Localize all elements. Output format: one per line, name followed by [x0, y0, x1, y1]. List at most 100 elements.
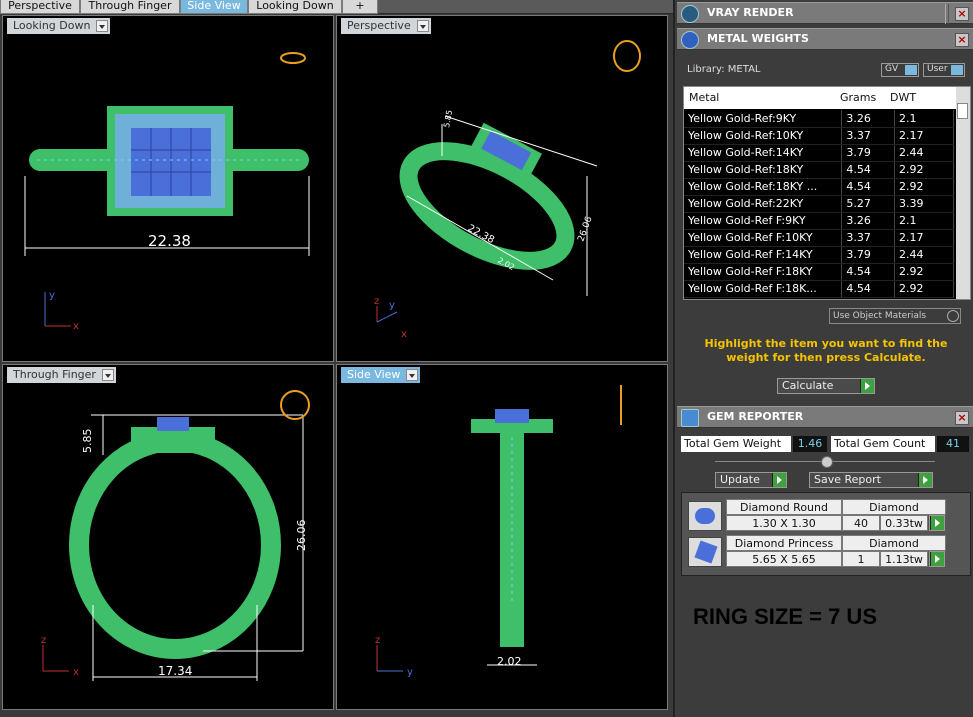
calculate-button[interactable]: Calculate: [777, 378, 875, 394]
right-panel: VRAY RENDER × METAL WEIGHTS × Library: M…: [673, 0, 973, 717]
table-cell: 3.26: [841, 110, 896, 128]
svg-text:26.06: 26.06: [295, 520, 308, 552]
viewport-through-finger[interactable]: 5.85 26.06 17.34 z x Through Finger: [2, 364, 334, 710]
table-cell: 5.27: [841, 195, 896, 213]
gem-grid-icon: [681, 409, 699, 427]
grip-icon[interactable]: [945, 4, 949, 24]
svg-text:y: y: [49, 290, 55, 301]
vray-title: VRAY RENDER: [707, 6, 794, 19]
flask-icon: [681, 31, 699, 49]
save-report-button[interactable]: Save Report: [809, 472, 933, 488]
table-cell: Yellow Gold-Ref:10KY: [684, 127, 843, 145]
total-gem-count-label: Total Gem Count: [831, 436, 935, 452]
tab-looking-down[interactable]: Looking Down: [248, 0, 342, 14]
scrollbar[interactable]: [956, 87, 970, 299]
tab-side-view[interactable]: Side View: [180, 0, 248, 14]
svg-text:5.85: 5.85: [442, 109, 454, 128]
table-row[interactable]: Yellow Gold-Ref F:18K... 4.54 2.92: [684, 280, 954, 298]
viewport-label-through-finger[interactable]: Through Finger: [7, 367, 116, 383]
viewport-label-looking-down[interactable]: Looking Down: [7, 18, 111, 34]
table-cell: 4.54: [841, 263, 896, 281]
table-cell: Yellow Gold-Ref F:10KY: [684, 229, 843, 247]
gem-reporter-title: GEM REPORTER: [707, 410, 804, 423]
table-cell: 3.26: [841, 212, 896, 230]
total-gem-weight-value: 1.46: [793, 436, 827, 452]
table-row[interactable]: Yellow Gold-Ref F:14KY 3.79 2.44: [684, 246, 954, 264]
gem-name: Diamond Princess: [726, 535, 842, 551]
table-cell: Yellow Gold-Ref F:18K...: [684, 280, 843, 298]
gem-count: 40: [842, 515, 880, 531]
view-tabbar: Perspective Through Finger Side View Loo…: [0, 0, 673, 14]
table-cell: 2.1: [894, 110, 954, 128]
gem-reporter-header[interactable]: GEM REPORTER ×: [677, 406, 973, 428]
table-cell: Yellow Gold-Ref:18KY: [684, 161, 843, 179]
gem-size: 5.65 X 5.65: [726, 551, 842, 567]
viewport-looking-down[interactable]: 22.38 y x Looking Down: [2, 15, 334, 362]
chevron-down-icon[interactable]: [416, 20, 429, 32]
col-dwt[interactable]: DWT: [890, 87, 916, 109]
metal-weights-header[interactable]: METAL WEIGHTS ×: [677, 28, 973, 50]
table-row[interactable]: Yellow Gold-Ref F:9KY 3.26 2.1: [684, 212, 954, 230]
use-object-materials-checkbox[interactable]: Use Object Materials: [829, 308, 961, 324]
table-cell: 2.92: [894, 263, 954, 281]
tab-perspective[interactable]: Perspective: [0, 0, 80, 14]
close-icon[interactable]: ×: [955, 411, 969, 425]
table-cell: 3.79: [841, 246, 896, 264]
through-finger-drawing: 5.85 26.06 17.34 z x: [41, 390, 310, 681]
svg-text:5.85: 5.85: [81, 429, 94, 454]
table-cell: Yellow Gold-Ref F:18KY: [684, 263, 843, 281]
table-cell: Yellow Gold-Ref:14KY: [684, 144, 843, 162]
table-cell: 3.39: [894, 195, 954, 213]
gem-list: Diamond Round Diamond 1.30 X 1.30 40 0.3…: [681, 492, 971, 576]
gem-weight: 1.13tw: [880, 551, 928, 567]
gem-name: Diamond Round: [726, 499, 842, 515]
viewport-label-perspective[interactable]: Perspective: [341, 18, 431, 34]
ring-size-label: RING SIZE = 7 US: [693, 604, 877, 629]
table-cell: Yellow Gold-Ref F:9KY: [684, 212, 843, 230]
svg-text:y: y: [407, 667, 413, 678]
gem-details-button[interactable]: [929, 551, 945, 567]
close-icon[interactable]: ×: [955, 7, 969, 21]
gv-toggle[interactable]: GV: [881, 63, 919, 77]
chevron-down-icon[interactable]: [96, 20, 109, 32]
metal-table-body: Yellow Gold-Ref:9KY 3.26 2.1 Yellow Gold-Re…: [684, 110, 954, 298]
table-cell: Yellow Gold-Ref:22KY: [684, 195, 843, 213]
tab-add[interactable]: +: [342, 0, 378, 14]
table-cell: 2.44: [894, 246, 954, 264]
vray-icon: [681, 5, 699, 23]
svg-text:26.06: 26.06: [576, 215, 594, 243]
table-row[interactable]: Yellow Gold-Ref:18KY 4.54 2.92: [684, 161, 954, 179]
table-row[interactable]: Yellow Gold-Ref F:10KY 3.37 2.17: [684, 229, 954, 247]
svg-text:17.34: 17.34: [158, 664, 192, 678]
viewport-label-side-view[interactable]: Side View: [341, 367, 421, 383]
table-row[interactable]: Yellow Gold-Ref F:18KY 4.54 2.92: [684, 263, 954, 281]
table-row[interactable]: Yellow Gold-Ref:14KY 3.79 2.44: [684, 144, 954, 162]
col-grams[interactable]: Grams: [840, 87, 876, 109]
svg-text:x: x: [401, 329, 407, 340]
viewport-side-view[interactable]: 2.02 z y Side View: [336, 364, 668, 710]
table-row[interactable]: Yellow Gold-Ref:18KY ... 4.54 2.92: [684, 178, 954, 196]
table-cell: 4.54: [841, 280, 896, 298]
col-metal[interactable]: Metal: [689, 87, 719, 109]
gem-count: 1: [842, 551, 880, 567]
user-toggle[interactable]: User: [923, 63, 965, 77]
svg-text:x: x: [73, 321, 79, 332]
chevron-down-icon[interactable]: [406, 369, 419, 381]
total-gem-count-value: 41: [937, 436, 969, 452]
table-cell: 3.79: [841, 144, 896, 162]
gem-type: Diamond: [842, 499, 946, 515]
vray-render-header[interactable]: VRAY RENDER ×: [677, 2, 973, 24]
update-button[interactable]: Update: [715, 472, 787, 488]
table-cell: 2.17: [894, 127, 954, 145]
viewport-perspective[interactable]: 22.38 26.06 5.85 2.02 z y x Perspective: [336, 15, 668, 362]
table-row[interactable]: Yellow Gold-Ref:9KY 3.26 2.1: [684, 110, 954, 128]
close-icon[interactable]: ×: [955, 33, 969, 47]
princess-diamond-icon: [688, 537, 722, 567]
table-row[interactable]: Yellow Gold-Ref:22KY 5.27 3.39: [684, 195, 954, 213]
chevron-down-icon[interactable]: [101, 369, 114, 381]
svg-text:z: z: [374, 296, 379, 307]
table-row[interactable]: Yellow Gold-Ref:10KY 3.37 2.17: [684, 127, 954, 145]
tab-through-finger[interactable]: Through Finger: [80, 0, 180, 14]
collapse-icon[interactable]: [821, 456, 833, 468]
gem-details-button[interactable]: [929, 515, 945, 531]
